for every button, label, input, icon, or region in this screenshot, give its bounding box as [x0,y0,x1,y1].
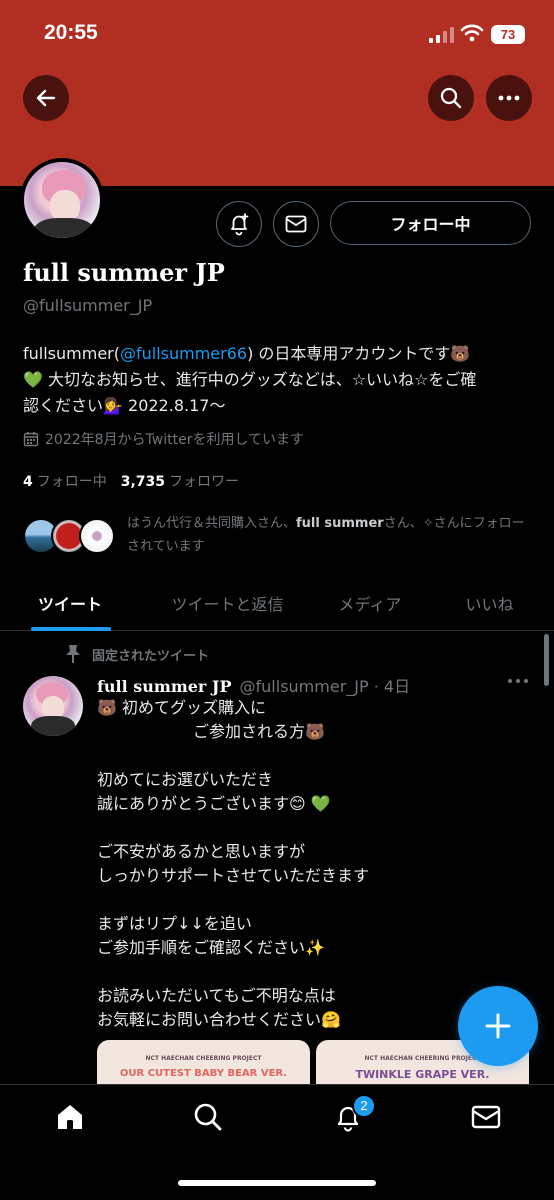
follower-avatars [23,518,115,554]
mail-icon [471,1105,501,1129]
compose-tweet-button[interactable] [458,986,538,1066]
back-arrow-icon [36,89,56,107]
tab-likes[interactable]: いいね [425,575,554,631]
tab-tweets[interactable]: ツイート [0,575,140,631]
follow-counts: 4 フォロー中 3,735 フォロワー [23,471,239,491]
notifications-toggle-button[interactable] [216,201,262,247]
scrollbar[interactable] [544,634,549,686]
nav-search[interactable] [192,1101,224,1133]
tab-media[interactable]: メディア [315,575,425,631]
more-button[interactable] [486,75,532,121]
battery-indicator: 73 [491,25,525,44]
message-button[interactable] [273,201,319,247]
active-tab-indicator [31,627,111,631]
tab-tweets-and-replies[interactable]: ツイートと返信 [140,575,315,631]
bio-line-2: 💚 大切なお知らせ、進行中のグッズなどは、☆いいね☆をご確 [23,370,477,389]
profile-avatar[interactable] [20,158,104,242]
tweet-more-icon[interactable] [507,674,529,688]
followed-by-text: はうん代行＆共同購入さん、full summerさん、✧さんにフォローされていま… [127,516,525,554]
more-icon [498,95,520,101]
back-button[interactable] [23,75,69,121]
profile-display-name: full summer JP [23,258,225,287]
wifi-icon [460,24,484,42]
calendar-icon [23,432,39,447]
joined-date: 2022年8月からTwitterを利用しています [23,429,304,449]
tweet-header: full summer JP @fullsummer_JP · 4日 [97,673,410,697]
tweet-author-avatar[interactable] [23,676,83,736]
status-time: 20:55 [44,21,98,44]
following-button[interactable]: フォロー中 [330,201,531,245]
following-count-link[interactable]: 4 フォロー中 [23,471,107,491]
bio-line-3: 認ください💁‍♀️ 2022.8.17～ [23,396,226,415]
compose-plus-icon [485,1013,511,1039]
profile-bio: fullsummer(@fullsummer66) の日本専用アカウントです🐻 … [23,341,533,419]
followed-by-section[interactable]: はうん代行＆共同購入さん、full summerさん、✧さんにフォローされていま… [23,512,533,560]
tweet-author-meta: @fullsummer_JP · 4日 [239,677,411,696]
status-bar: 20:55 73 [0,0,554,70]
tweet-text: 🐻 初めてグッズ購入に ご参加される方🐻 初めてにお選びいただき 誠にありがとう… [97,698,370,1029]
follower-avatar [79,518,115,554]
signal-icon [429,27,454,43]
notification-badge: 2 [352,1094,376,1118]
search-icon [440,87,462,109]
search-button[interactable] [428,75,474,121]
pin-icon [66,645,80,663]
search-icon [194,1103,222,1131]
pinned-tweet-label: 固定されたツイート [64,644,209,664]
mail-icon [285,215,307,233]
bell-plus-icon [231,213,249,236]
bio-mention-link[interactable]: @fullsummer66 [120,344,247,363]
tweet-author-name[interactable]: full summer JP [97,677,232,696]
nav-home[interactable] [54,1101,86,1133]
profile-tabs: ツイート ツイートと返信 メディア いいね [0,575,554,631]
followers-count-link[interactable]: 3,735 フォロワー [121,471,239,491]
nav-messages[interactable] [470,1101,502,1133]
home-icon [58,1105,82,1129]
tweet-media-image[interactable]: NCT HAECHAN CHEERING PROJECT OUR CUTEST … [97,1040,310,1084]
bio-line-1: fullsummer(@fullsummer66) の日本専用アカウントです🐻 [23,344,471,363]
home-indicator[interactable] [178,1180,376,1186]
profile-handle: @fullsummer_JP [23,296,153,315]
